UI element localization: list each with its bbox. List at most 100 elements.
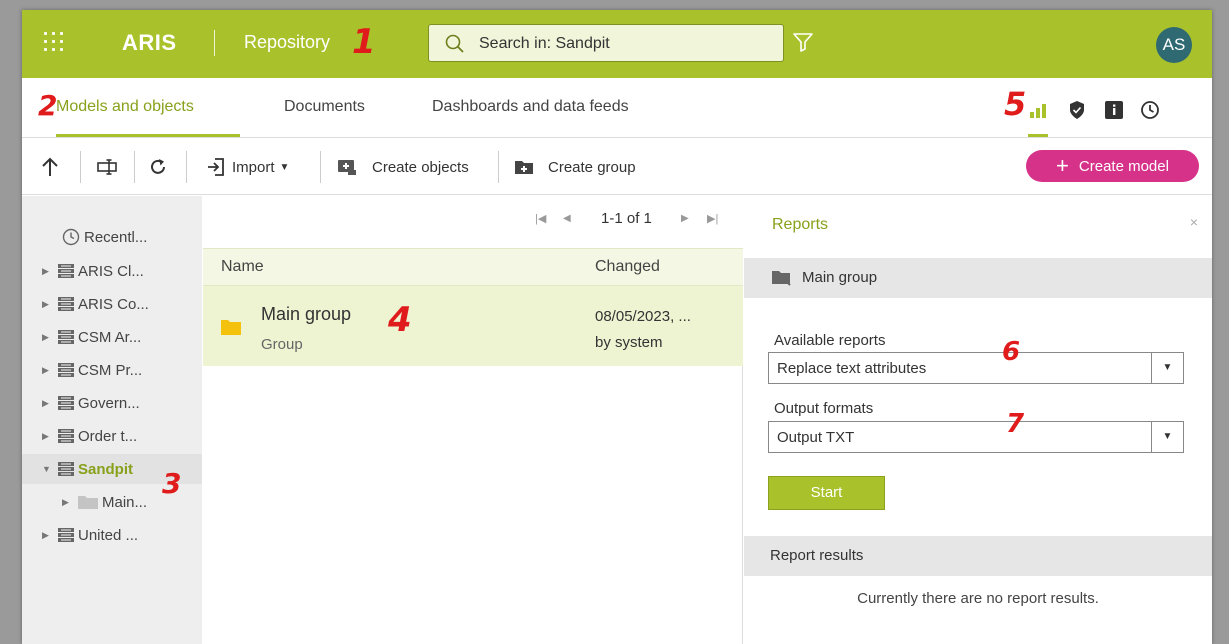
- annotation-6: 6: [1002, 337, 1021, 367]
- tab-dashboards[interactable]: Dashboards and data feeds: [432, 98, 629, 116]
- create-group-label: Create group: [548, 158, 636, 176]
- annotation-7: 7: [1006, 409, 1025, 439]
- header-divider: [214, 30, 215, 56]
- active-panel-indicator: [1028, 134, 1048, 137]
- row-changed-date: 08/05/2023, ...: [595, 308, 691, 325]
- available-reports-label: Available reports: [774, 332, 886, 349]
- reports-panel: Reports × Main group Available reports R…: [744, 196, 1212, 644]
- plus-icon: +: [1056, 153, 1069, 178]
- tree-item-label: Order t...: [78, 427, 138, 445]
- annotation-1: 1: [352, 22, 376, 62]
- expand-icon[interactable]: ▶: [42, 398, 56, 409]
- tree-item-database[interactable]: ▶ ARIS Co...: [22, 289, 202, 319]
- import-dropdown[interactable]: Import ▼: [206, 139, 289, 195]
- tab-documents[interactable]: Documents: [284, 98, 365, 116]
- chevron-down-icon[interactable]: ▼: [1151, 422, 1183, 452]
- database-icon: [58, 528, 74, 542]
- chevron-down-icon[interactable]: ▼: [1151, 353, 1183, 383]
- prev-page-icon[interactable]: ◀: [563, 213, 571, 224]
- toolbar: Import ▼ Create objects Create group + C…: [22, 139, 1212, 195]
- app-launcher-icon[interactable]: [44, 32, 66, 54]
- search-input[interactable]: Search in: Sandpit: [428, 24, 784, 62]
- import-icon: [208, 158, 224, 176]
- start-button[interactable]: Start: [768, 476, 885, 510]
- create-model-label: Create model: [1078, 157, 1169, 175]
- table-row[interactable]: Main group Group 08/05/2023, ... by syst…: [203, 286, 743, 366]
- database-icon: [58, 330, 74, 344]
- create-model-button[interactable]: + Create model: [1026, 150, 1199, 182]
- next-page-icon[interactable]: ▶: [681, 213, 689, 224]
- panel-title: Reports: [772, 216, 829, 233]
- info-icon[interactable]: [1104, 100, 1124, 120]
- app-window: ARIS Repository Search in: Sandpit AS Mo…: [22, 10, 1212, 644]
- database-icon: [58, 429, 74, 443]
- pager: |◀ ◀ 1-1 of 1 ▶ ▶|: [203, 196, 743, 248]
- close-icon[interactable]: ×: [1190, 214, 1198, 230]
- create-objects-icon: [338, 160, 356, 175]
- tree-item-database[interactable]: ▶ United ...: [22, 520, 202, 550]
- column-name[interactable]: Name: [221, 258, 264, 276]
- expand-icon[interactable]: ▶: [42, 332, 56, 343]
- tree-item-label: Govern...: [78, 394, 140, 412]
- avatar[interactable]: AS: [1156, 27, 1192, 63]
- row-changed-by: by system: [595, 334, 663, 351]
- active-tab-indicator: [56, 134, 240, 137]
- top-bar: ARIS Repository Search in: Sandpit AS: [22, 10, 1212, 78]
- tab-models-and-objects[interactable]: Models and objects: [56, 98, 194, 116]
- collapse-icon[interactable]: ▼: [42, 464, 56, 474]
- tree-item-recently-used[interactable]: Recentl...: [22, 222, 202, 252]
- content-list: |◀ ◀ 1-1 of 1 ▶ ▶| Name Changed Main gro…: [203, 196, 743, 644]
- context-label: Main group: [802, 269, 878, 286]
- tree-item-database[interactable]: ▶ ARIS Cl...: [22, 256, 202, 286]
- expand-icon[interactable]: ▶: [42, 266, 56, 277]
- navigation-tree: Recentl... ▶ ARIS Cl... ▶ ARIS Co... ▶ C…: [22, 196, 202, 644]
- arrow-up-icon: [42, 157, 58, 176]
- expand-icon[interactable]: ▶: [42, 431, 56, 442]
- database-icon: [58, 297, 74, 311]
- refresh-icon: [151, 159, 165, 174]
- output-formats-select[interactable]: Output TXT ▼: [768, 421, 1184, 453]
- expand-icon[interactable]: ▶: [62, 497, 76, 508]
- folder-icon: [221, 320, 241, 335]
- expand-icon[interactable]: ▶: [42, 530, 56, 541]
- folder-add-icon: [515, 161, 533, 174]
- rename-button[interactable]: [96, 139, 118, 195]
- navigate-up-button[interactable]: [40, 139, 60, 195]
- expand-icon[interactable]: ▶: [42, 299, 56, 310]
- filter-icon[interactable]: [792, 31, 814, 53]
- tree-item-label: Sandpit: [78, 460, 133, 478]
- column-changed[interactable]: Changed: [595, 258, 660, 276]
- tree-item-label: ARIS Co...: [78, 295, 149, 313]
- database-icon: [58, 396, 74, 410]
- available-reports-select[interactable]: Replace text attributes ▼: [768, 352, 1184, 384]
- recent-icon: [62, 228, 80, 246]
- tree-item-database[interactable]: ▶ CSM Pr...: [22, 355, 202, 385]
- import-label: Import: [232, 158, 275, 176]
- create-group-button[interactable]: Create group: [514, 139, 636, 195]
- row-name: Main group: [261, 304, 352, 324]
- output-formats-label: Output formats: [774, 400, 874, 417]
- refresh-button[interactable]: [148, 139, 168, 195]
- section-title: Repository: [244, 32, 331, 52]
- results-empty-text: Currently there are no report results.: [857, 590, 1099, 607]
- last-page-icon[interactable]: ▶|: [707, 212, 718, 225]
- folder-icon: [772, 271, 791, 286]
- row-type: Group: [261, 336, 303, 353]
- database-icon: [58, 264, 74, 278]
- reports-chart-icon[interactable]: [1028, 100, 1048, 120]
- expand-icon[interactable]: ▶: [42, 365, 56, 376]
- tree-item-database[interactable]: ▶ Govern...: [22, 388, 202, 418]
- shield-icon[interactable]: [1068, 100, 1086, 120]
- search-icon: [445, 34, 464, 53]
- tree-item-database[interactable]: ▶ Order t...: [22, 421, 202, 451]
- history-icon[interactable]: [1140, 100, 1160, 120]
- tree-item-label: Main...: [102, 493, 148, 511]
- rename-icon: [97, 159, 117, 175]
- results-bar: Report results: [744, 536, 1212, 576]
- brand-logo: ARIS: [122, 30, 177, 55]
- annotation-4: 4: [388, 300, 412, 340]
- create-objects-button[interactable]: Create objects: [336, 139, 469, 195]
- database-icon: [58, 462, 74, 476]
- tree-item-database[interactable]: ▶ CSM Ar...: [22, 322, 202, 352]
- first-page-icon[interactable]: |◀: [535, 212, 546, 225]
